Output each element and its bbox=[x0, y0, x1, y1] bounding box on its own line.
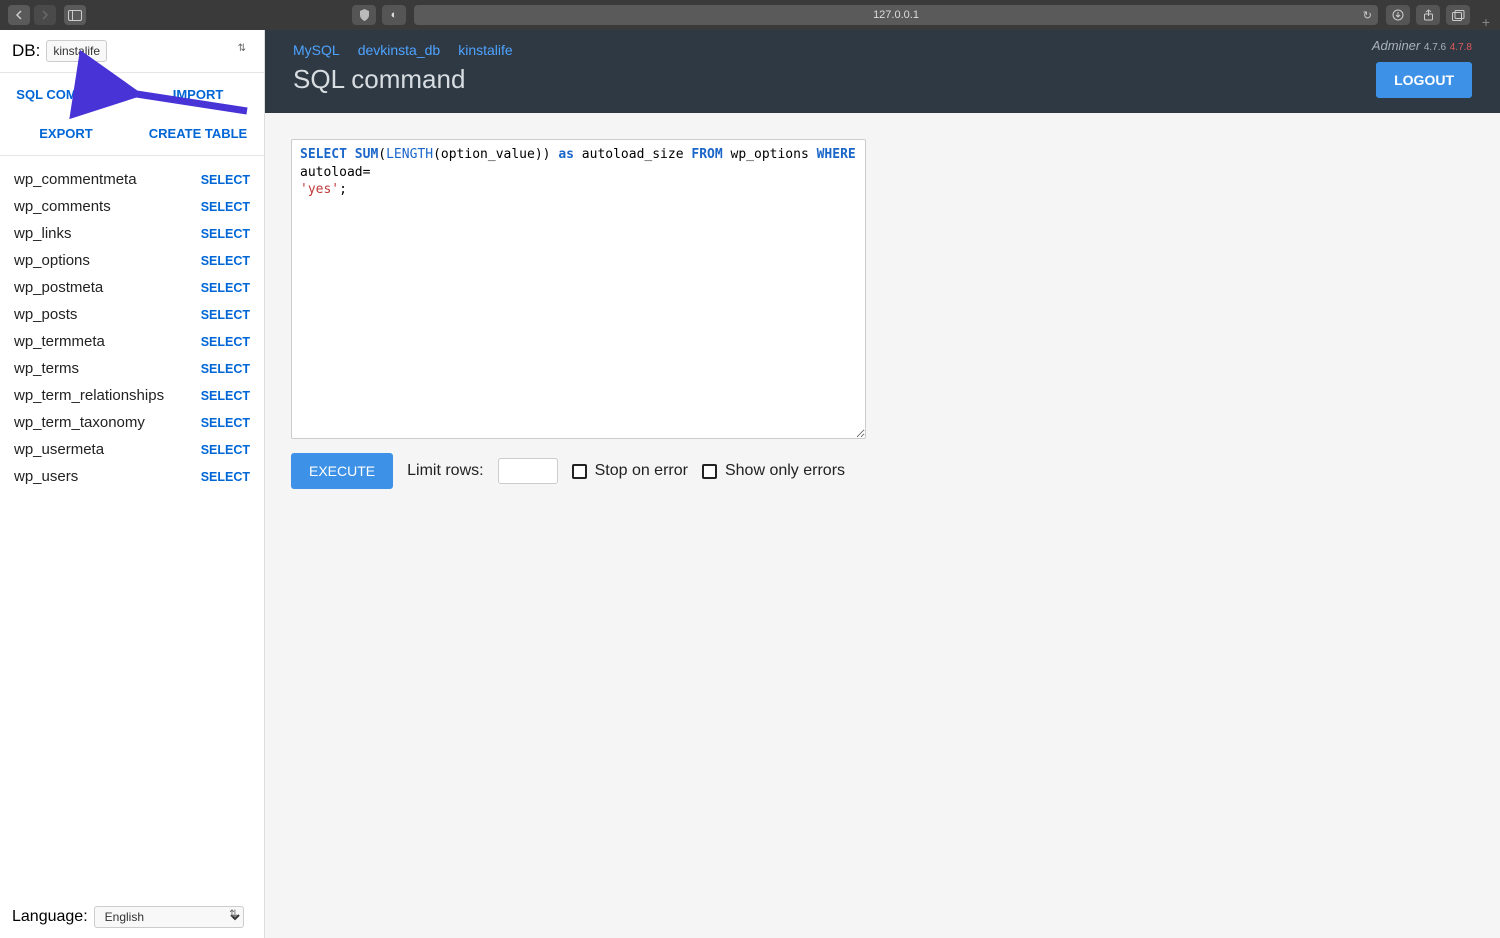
table-row: wp_links SELECT bbox=[14, 220, 250, 247]
limit-rows-input[interactable] bbox=[498, 458, 558, 484]
reload-icon[interactable]: ↻ bbox=[1363, 9, 1372, 22]
table-row: wp_posts SELECT bbox=[14, 301, 250, 328]
shield-icon[interactable] bbox=[352, 5, 376, 25]
table-name[interactable]: wp_term_taxonomy bbox=[14, 414, 145, 431]
sql-textarea[interactable]: SELECT SUM(LENGTH(option_value)) as auto… bbox=[291, 139, 866, 439]
table-select-link[interactable]: SELECT bbox=[201, 173, 250, 187]
header: MySQLdevkinsta_dbkinstalife SQL command … bbox=[265, 30, 1500, 113]
tables-list: wp_commentmetaSELECTwp_commentsSELECTwp_… bbox=[0, 156, 264, 500]
table-select-link[interactable]: SELECT bbox=[201, 443, 250, 457]
main-area: MySQLdevkinsta_dbkinstalife SQL command … bbox=[265, 30, 1500, 938]
table-name[interactable]: wp_usermeta bbox=[14, 441, 104, 458]
table-name[interactable]: wp_posts bbox=[14, 306, 77, 323]
table-name[interactable]: wp_options bbox=[14, 252, 90, 269]
table-select-link[interactable]: SELECT bbox=[201, 227, 250, 241]
address-text: 127.0.0.1 bbox=[873, 9, 919, 21]
breadcrumb-link[interactable]: MySQL bbox=[293, 42, 340, 58]
table-row: wp_term_taxonomy SELECT bbox=[14, 409, 250, 436]
breadcrumb-link[interactable]: kinstalife bbox=[458, 42, 512, 58]
reader-icon[interactable]: ◐ bbox=[382, 5, 406, 25]
show-only-errors-checkbox[interactable]: Show only errors bbox=[702, 462, 845, 480]
checkbox-icon bbox=[702, 464, 717, 479]
table-name[interactable]: wp_links bbox=[14, 225, 72, 242]
downloads-icon[interactable] bbox=[1386, 5, 1410, 25]
new-tab-icon[interactable]: + bbox=[1478, 14, 1494, 30]
table-row: wp_postmeta SELECT bbox=[14, 274, 250, 301]
limit-rows-label: Limit rows: bbox=[407, 462, 483, 480]
table-row: wp_commentmeta SELECT bbox=[14, 166, 250, 193]
language-select[interactable]: English bbox=[94, 906, 244, 928]
table-row: wp_usermeta SELECT bbox=[14, 436, 250, 463]
checkbox-icon bbox=[572, 464, 587, 479]
tabs-icon[interactable] bbox=[1446, 5, 1470, 25]
table-name[interactable]: wp_comments bbox=[14, 198, 111, 215]
table-select-link[interactable]: SELECT bbox=[201, 470, 250, 484]
table-select-link[interactable]: SELECT bbox=[201, 335, 250, 349]
execute-button[interactable]: EXECUTE bbox=[291, 453, 393, 489]
db-select[interactable]: kinstalife bbox=[46, 40, 107, 62]
forward-button[interactable] bbox=[34, 5, 56, 25]
sidebar-toggle-icon[interactable] bbox=[64, 5, 86, 25]
breadcrumbs: MySQL devkinsta_db kinstalife bbox=[293, 42, 1472, 58]
table-name[interactable]: wp_terms bbox=[14, 360, 79, 377]
page-title: SQL command bbox=[293, 64, 1472, 95]
browser-toolbar: ◐ 127.0.0.1 ↻ + bbox=[0, 0, 1500, 30]
language-label: Language: bbox=[12, 908, 88, 926]
table-select-link[interactable]: SELECT bbox=[201, 389, 250, 403]
import-link[interactable]: IMPORT bbox=[132, 87, 264, 102]
table-row: wp_options SELECT bbox=[14, 247, 250, 274]
table-select-link[interactable]: SELECT bbox=[201, 281, 250, 295]
stop-on-error-checkbox[interactable]: Stop on error bbox=[572, 462, 688, 480]
breadcrumb-link[interactable]: devkinsta_db bbox=[358, 42, 441, 58]
logout-button[interactable]: LOGOUT bbox=[1376, 62, 1472, 98]
share-icon[interactable] bbox=[1416, 5, 1440, 25]
sidebar: DB: kinstalife SQL COMMAND IMPORT EXPORT… bbox=[0, 30, 265, 938]
address-bar[interactable]: 127.0.0.1 ↻ bbox=[414, 5, 1378, 25]
create-table-link[interactable]: CREATE TABLE bbox=[132, 126, 264, 141]
db-label: DB: bbox=[12, 41, 40, 61]
export-link[interactable]: EXPORT bbox=[0, 126, 132, 141]
table-select-link[interactable]: SELECT bbox=[201, 254, 250, 268]
sql-command-link[interactable]: SQL COMMAND bbox=[0, 87, 132, 102]
table-name[interactable]: wp_users bbox=[14, 468, 78, 485]
table-select-link[interactable]: SELECT bbox=[201, 200, 250, 214]
table-name[interactable]: wp_postmeta bbox=[14, 279, 103, 296]
table-row: wp_comments SELECT bbox=[14, 193, 250, 220]
table-select-link[interactable]: SELECT bbox=[201, 308, 250, 322]
brand: Adminer 4.7.6 4.7.8 bbox=[1372, 38, 1472, 53]
back-button[interactable] bbox=[8, 5, 30, 25]
table-row: wp_users SELECT bbox=[14, 463, 250, 490]
table-select-link[interactable]: SELECT bbox=[201, 362, 250, 376]
table-name[interactable]: wp_termmeta bbox=[14, 333, 105, 350]
table-row: wp_term_relationships SELECT bbox=[14, 382, 250, 409]
table-select-link[interactable]: SELECT bbox=[201, 416, 250, 430]
table-row: wp_terms SELECT bbox=[14, 355, 250, 382]
table-name[interactable]: wp_term_relationships bbox=[14, 387, 164, 404]
table-row: wp_termmeta SELECT bbox=[14, 328, 250, 355]
table-name[interactable]: wp_commentmeta bbox=[14, 171, 137, 188]
